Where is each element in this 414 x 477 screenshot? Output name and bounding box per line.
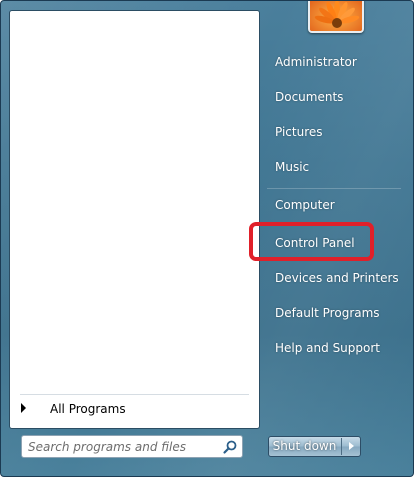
programs-pane: All Programs [9, 10, 260, 429]
triangle-right-icon [21, 403, 26, 413]
start-menu: All Programs Search programs and files A… [0, 0, 414, 477]
chevron-right-icon[interactable] [342, 437, 361, 456]
right-item-computer[interactable]: Computer [275, 198, 335, 212]
right-item-devices-and-printers[interactable]: Devices and Printers [275, 271, 399, 285]
all-programs-button[interactable]: All Programs [10, 398, 259, 422]
all-programs-label: All Programs [50, 402, 126, 416]
right-item-documents[interactable]: Documents [275, 90, 343, 104]
right-item-administrator[interactable]: Administrator [275, 55, 357, 69]
search-box[interactable] [21, 435, 243, 458]
search-icon[interactable] [222, 439, 238, 455]
search-input[interactable] [28, 438, 214, 455]
programs-separator [20, 394, 249, 395]
right-pane-separator [267, 188, 401, 189]
control-panel-highlight [249, 222, 374, 261]
right-item-help-and-support[interactable]: Help and Support [275, 341, 380, 355]
shutdown-label: Shut down [272, 439, 337, 453]
right-item-pictures[interactable]: Pictures [275, 125, 323, 139]
right-item-default-programs[interactable]: Default Programs [275, 306, 380, 320]
user-picture[interactable] [308, 1, 364, 33]
pinned-programs-list [10, 11, 259, 393]
right-item-music[interactable]: Music [275, 160, 309, 174]
flower-user-picture [310, 1, 362, 31]
shutdown-button[interactable]: Shut down [268, 436, 361, 457]
